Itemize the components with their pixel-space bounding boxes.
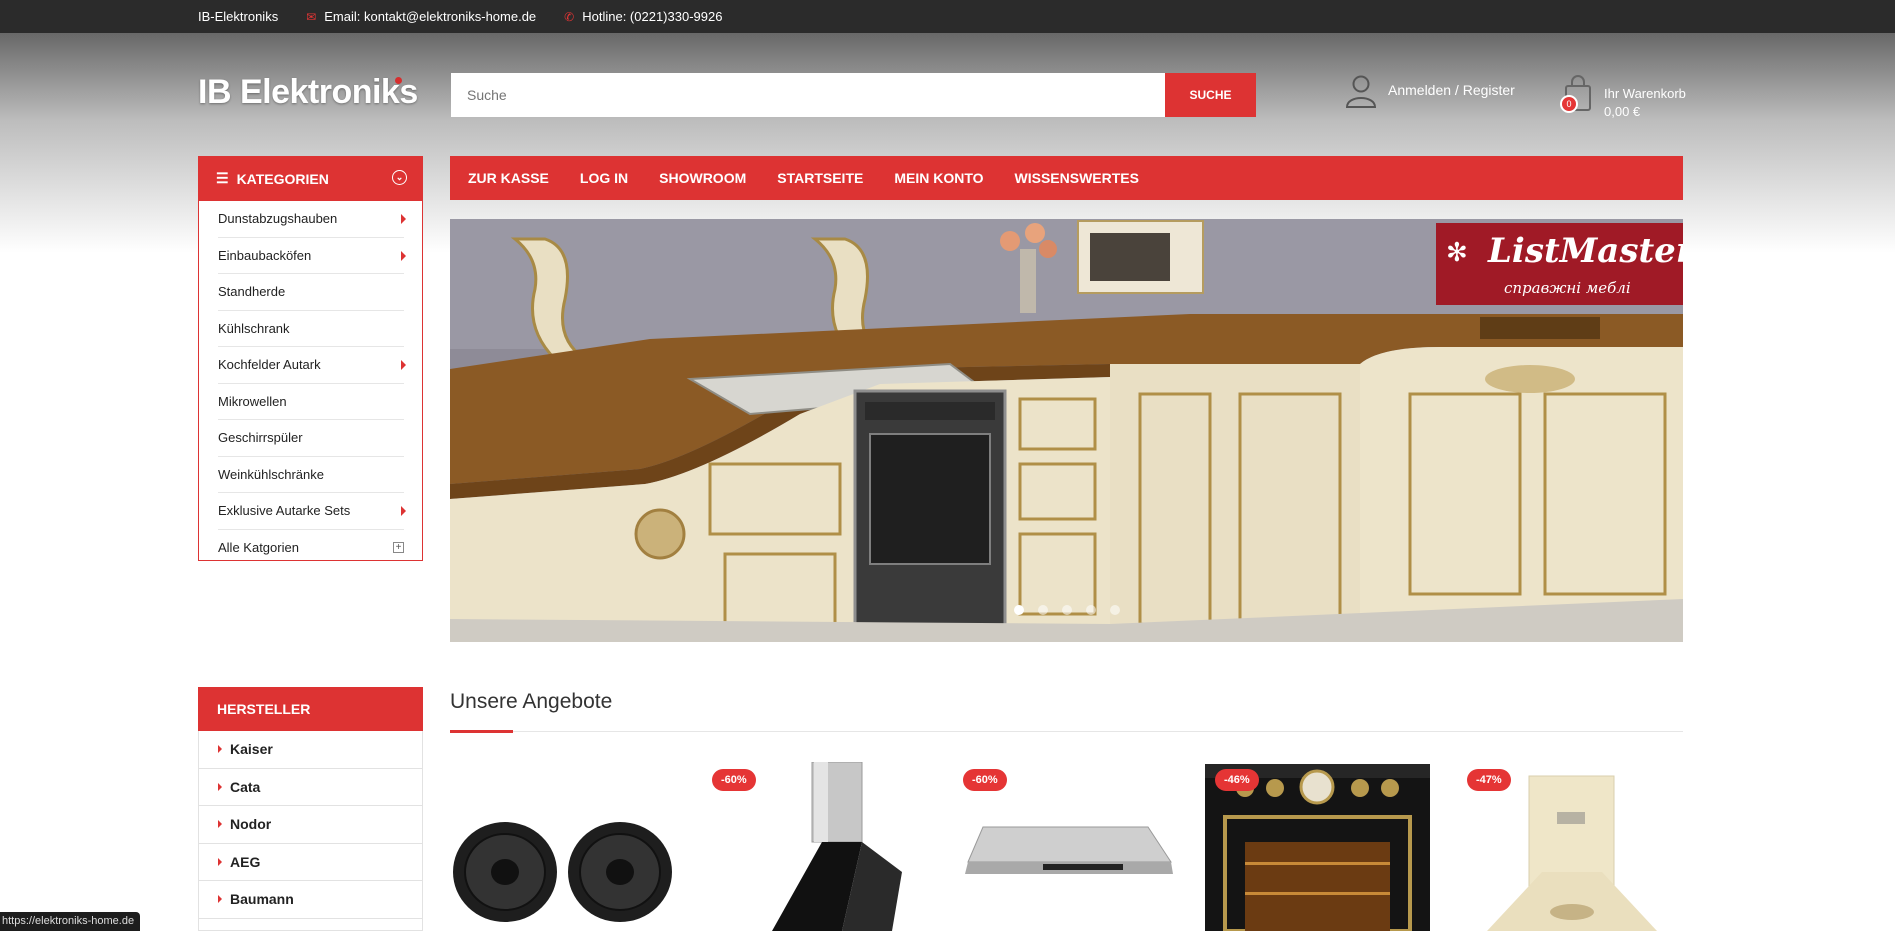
- nav-knowledge[interactable]: WISSENSWERTES: [1015, 170, 1139, 186]
- brand-banner: ✻ ListMaster справжні меблі: [1436, 223, 1683, 305]
- main-nav: ZUR KASSE LOG IN SHOWROOM STARTSEITE MEI…: [450, 156, 1683, 200]
- discount-badge: -60%: [963, 769, 1007, 791]
- nav-showroom[interactable]: SHOWROOM: [659, 170, 746, 186]
- envelope-icon: ✉: [306, 9, 317, 24]
- slider-dot[interactable]: [1038, 605, 1048, 615]
- account-link[interactable]: Anmelden / Register: [1344, 73, 1515, 109]
- category-item[interactable]: Dunstabzugshauben: [218, 201, 406, 238]
- product-card[interactable]: -60%: [953, 762, 1178, 931]
- browser-status-bar: https://elektroniks-home.de: [0, 912, 141, 931]
- search-button[interactable]: SUCHE: [1165, 73, 1256, 117]
- caret-right-icon: [401, 214, 406, 224]
- product-card[interactable]: -47%: [1457, 762, 1682, 931]
- phone-icon: ✆: [564, 9, 575, 24]
- slider-dot[interactable]: [1062, 605, 1072, 615]
- user-icon: [1345, 75, 1377, 108]
- cart-count-badge: 0: [1560, 95, 1578, 113]
- slider-pagination: [1014, 605, 1120, 615]
- cart-link[interactable]: 0 Ihr Warenkorb 0,00 €: [1560, 73, 1686, 121]
- search-input[interactable]: [451, 73, 1165, 117]
- category-item[interactable]: Geschirrspüler: [218, 420, 404, 457]
- nav-checkout[interactable]: ZUR KASSE: [468, 170, 549, 186]
- category-item[interactable]: Standherde: [218, 274, 404, 311]
- category-item[interactable]: Kühlschrank: [218, 311, 404, 347]
- manufacturer-item[interactable]: Cata: [199, 769, 422, 806]
- nav-home[interactable]: STARTSEITE: [777, 170, 863, 186]
- manufacturer-item[interactable]: AEG: [199, 844, 422, 881]
- manufacturer-item[interactable]: Nodor: [199, 806, 422, 844]
- categories-list: Dunstabzugshauben Einbaubacköfen Standhe…: [198, 201, 423, 561]
- cart-total: 0,00 €: [1604, 104, 1641, 119]
- manufacturer-item[interactable]: Baumann: [199, 881, 422, 919]
- offers-divider-accent: [450, 730, 513, 733]
- maple-leaf-icon: ✻: [1446, 237, 1468, 267]
- chevron-down-icon: ⌄: [392, 170, 407, 185]
- plus-square-icon: +: [393, 541, 404, 553]
- caret-right-icon: [401, 250, 406, 261]
- caret-right-icon: [218, 895, 222, 904]
- caret-right-icon: [401, 360, 406, 370]
- product-card[interactable]: [450, 762, 675, 931]
- caret-right-icon: [218, 745, 222, 754]
- categories-toggle[interactable]: ☰ KATEGORIEN ⌄: [198, 156, 423, 201]
- logo-dot: [395, 77, 402, 84]
- discount-badge: -47%: [1467, 769, 1511, 791]
- all-categories-link[interactable]: Alle Katgorien +: [218, 530, 404, 567]
- product-card[interactable]: -60%: [702, 762, 927, 931]
- cart-label: Ihr Warenkorb: [1604, 86, 1686, 101]
- search-form: SUCHE: [451, 73, 1256, 117]
- hotline-link[interactable]: ✆ Hotline: (0221)330-9926: [564, 9, 722, 24]
- caret-right-icon: [218, 820, 222, 829]
- discount-badge: -46%: [1215, 769, 1259, 791]
- shop-name: IB-Elektroniks: [198, 9, 279, 24]
- slider-dot[interactable]: [1086, 605, 1096, 615]
- category-item[interactable]: Weinkühlschränke: [218, 457, 404, 493]
- slider-dot[interactable]: [1014, 605, 1024, 615]
- manufacturers-list: Kaiser Cata Nodor AEG Baumann: [198, 731, 423, 931]
- offers-divider: [450, 731, 1683, 732]
- category-item[interactable]: Mikrowellen: [218, 384, 404, 420]
- logo[interactable]: IB Elektroniks: [198, 73, 418, 112]
- product-card[interactable]: -46%: [1205, 762, 1430, 931]
- hero-slider[interactable]: ✻ ListMaster справжні меблі: [450, 219, 1683, 642]
- manufacturers-heading: HERSTELLER: [198, 687, 423, 731]
- category-item[interactable]: Exklusive Autarke Sets: [218, 493, 406, 530]
- nav-login[interactable]: LOG IN: [580, 170, 628, 186]
- caret-right-icon: [218, 857, 222, 866]
- offers-heading: Unsere Angebote: [450, 690, 613, 713]
- category-item[interactable]: Einbaubacköfen: [218, 238, 406, 274]
- slider-dot[interactable]: [1110, 605, 1120, 615]
- category-item[interactable]: Kochfelder Autark: [218, 347, 406, 384]
- caret-right-icon: [218, 782, 222, 791]
- caret-right-icon: [401, 506, 406, 516]
- nav-my-account[interactable]: MEIN KONTO: [894, 170, 983, 186]
- discount-badge: -60%: [712, 769, 756, 791]
- email-link[interactable]: ✉ Email: kontakt@elektroniks-home.de: [306, 9, 536, 24]
- top-bar: IB-Elektroniks ✉ Email: kontakt@elektroni…: [0, 0, 1895, 33]
- cart-bag-icon: 0: [1560, 73, 1594, 113]
- hamburger-icon: ☰: [216, 170, 229, 186]
- carbon-filter-image: [453, 822, 672, 922]
- manufacturer-item[interactable]: Kaiser: [199, 731, 422, 769]
